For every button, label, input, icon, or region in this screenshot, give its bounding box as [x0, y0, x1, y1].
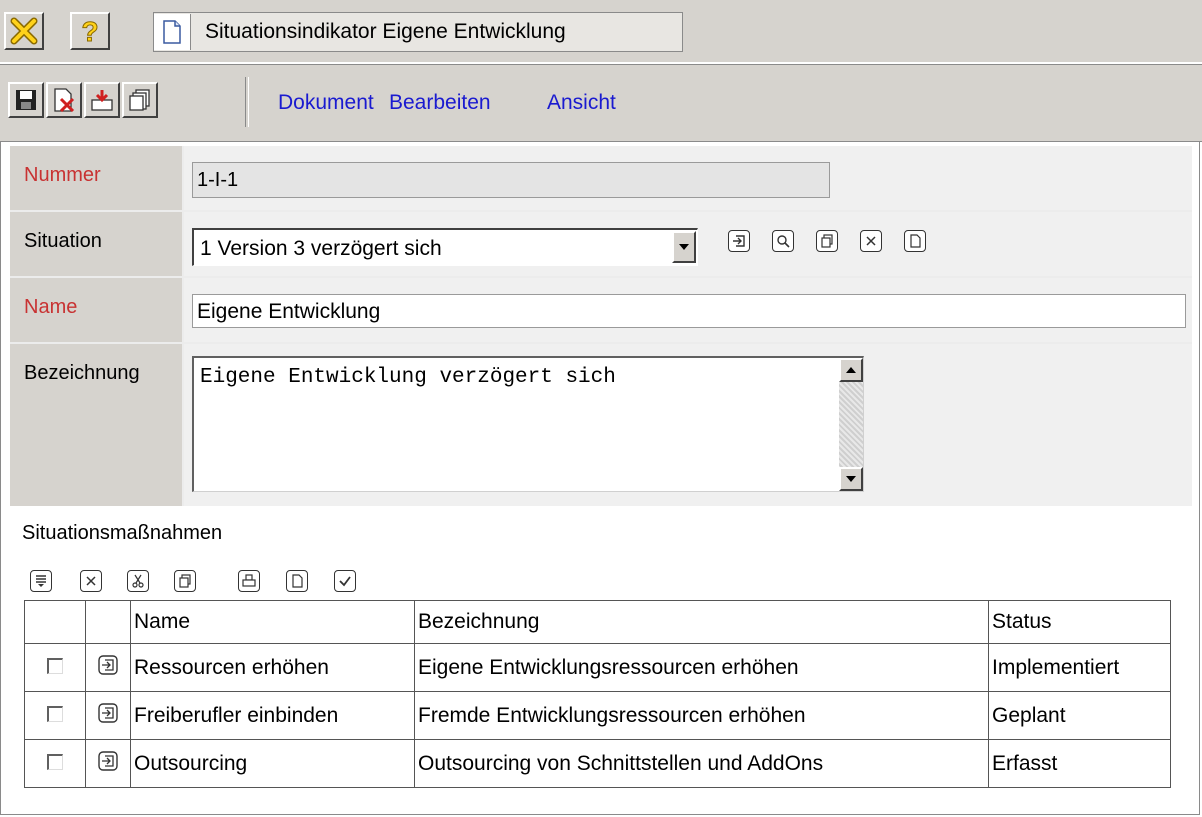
- print-icon[interactable]: [238, 570, 260, 592]
- row-bezeichnung: Outsourcing von Schnittstellen und AddOn…: [414, 739, 989, 788]
- row-checkbox[interactable]: [47, 753, 63, 770]
- header-open: [85, 600, 131, 644]
- copy-pages-icon[interactable]: [122, 82, 158, 118]
- measures-title: Situationsmaßnahmen: [22, 522, 223, 544]
- name-label: Name: [10, 278, 182, 342]
- toolbar-separator: [245, 77, 249, 127]
- row-open-cell: [85, 643, 131, 692]
- new-icon[interactable]: [286, 570, 308, 592]
- menu-ansicht[interactable]: Ansicht: [547, 91, 616, 115]
- row-status: Erfasst: [988, 739, 1171, 788]
- toolbar: Dokument Bearbeiten Ansicht: [0, 64, 1202, 142]
- situation-select[interactable]: 1 Version 3 verzögert sich: [192, 228, 698, 266]
- row-situation: Situation 1 Version 3 verzögert sich: [10, 212, 1192, 276]
- nummer-label: Nummer: [10, 146, 182, 210]
- name-input[interactable]: Eigene Entwicklung: [192, 294, 1186, 328]
- header-select: [24, 600, 86, 644]
- table-header-row: Name Bezeichnung Status: [24, 600, 1171, 644]
- situation-label: Situation: [10, 212, 182, 276]
- copy-icon[interactable]: [816, 230, 838, 252]
- row-checkbox[interactable]: [47, 657, 63, 674]
- header-status[interactable]: Status: [988, 600, 1171, 644]
- situation-selected-value: 1 Version 3 verzögert sich: [200, 237, 442, 260]
- help-icon[interactable]: ?: [70, 12, 110, 50]
- bezeichnung-text: Eigene Entwicklung verzögert sich: [200, 366, 616, 389]
- open-row-icon[interactable]: [98, 750, 118, 771]
- menu-dokument[interactable]: Dokument: [278, 91, 374, 115]
- row-checkbox-cell: [24, 739, 86, 788]
- row-nummer: Nummer 1-I-1: [10, 146, 1192, 210]
- nummer-field: 1-I-1: [192, 162, 830, 198]
- bezeichnung-field-area: Eigene Entwicklung verzögert sich: [184, 344, 1192, 506]
- close-icon[interactable]: [4, 12, 44, 50]
- row-name: Outsourcing: [130, 739, 415, 788]
- export-icon[interactable]: [84, 82, 120, 118]
- row-name: Ressourcen erhöhen: [130, 643, 415, 692]
- measures-table: Name Bezeichnung Status Ressourcen erhöh…: [24, 600, 1171, 788]
- situation-field-area: 1 Version 3 verzögert sich: [184, 212, 1192, 276]
- svg-text:?: ?: [81, 16, 98, 46]
- open-row-icon[interactable]: [98, 654, 118, 675]
- document-icon: [154, 14, 191, 50]
- nummer-field-area: 1-I-1: [184, 146, 1192, 210]
- row-status: Geplant: [988, 691, 1171, 740]
- table-row[interactable]: Freiberufler einbinden Fremde Entwicklun…: [24, 691, 1171, 740]
- insert-icon[interactable]: [30, 570, 52, 592]
- new-document-icon[interactable]: [904, 230, 926, 252]
- row-checkbox-cell: [24, 643, 86, 692]
- row-open-cell: [85, 691, 131, 740]
- table-row[interactable]: Ressourcen erhöhen Eigene Entwicklungsre…: [24, 643, 1171, 692]
- scroll-down-icon[interactable]: [839, 467, 863, 491]
- delete-document-icon[interactable]: [46, 82, 82, 118]
- title-bar: ? Situationsindikator Eigene Entwicklung: [0, 0, 1202, 64]
- copy-icon[interactable]: [174, 570, 196, 592]
- row-open-cell: [85, 739, 131, 788]
- check-icon[interactable]: [334, 570, 356, 592]
- vertical-scrollbar[interactable]: [839, 358, 863, 491]
- clear-icon[interactable]: [860, 230, 882, 252]
- header-bezeichnung[interactable]: Bezeichnung: [414, 600, 989, 644]
- dropdown-arrow-icon[interactable]: [672, 231, 696, 263]
- row-status: Implementiert: [988, 643, 1171, 692]
- row-bezeichnung: Eigene Entwicklungsressourcen erhöhen: [414, 643, 989, 692]
- form-panel: Nummer 1-I-1 Situation 1 Version 3 verzö…: [10, 146, 1192, 506]
- delete-icon[interactable]: [80, 570, 102, 592]
- row-bezeichnung: Fremde Entwicklungsressourcen erhöhen: [414, 691, 989, 740]
- cut-icon[interactable]: [127, 570, 149, 592]
- row-checkbox[interactable]: [47, 705, 63, 722]
- open-row-icon[interactable]: [98, 702, 118, 723]
- bezeichnung-label: Bezeichnung: [10, 344, 182, 506]
- tab-title: Situationsindikator Eigene Entwicklung: [205, 20, 566, 43]
- document-tab[interactable]: Situationsindikator Eigene Entwicklung: [153, 12, 683, 52]
- bezeichnung-textarea[interactable]: Eigene Entwicklung verzögert sich: [192, 356, 864, 492]
- open-icon[interactable]: [728, 230, 750, 252]
- save-icon[interactable]: [8, 82, 44, 118]
- row-name: Freiberufler einbinden: [130, 691, 415, 740]
- row-checkbox-cell: [24, 691, 86, 740]
- table-row[interactable]: Outsourcing Outsourcing von Schnittstell…: [24, 739, 1171, 788]
- scroll-up-icon[interactable]: [839, 358, 863, 382]
- search-icon[interactable]: [772, 230, 794, 252]
- name-field-area: Eigene Entwicklung: [184, 278, 1192, 342]
- header-name[interactable]: Name: [130, 600, 415, 644]
- menu-bearbeiten[interactable]: Bearbeiten: [389, 91, 491, 115]
- row-bezeichnung: Bezeichnung Eigene Entwicklung verzögert…: [10, 344, 1192, 506]
- row-name: Name Eigene Entwicklung: [10, 278, 1192, 342]
